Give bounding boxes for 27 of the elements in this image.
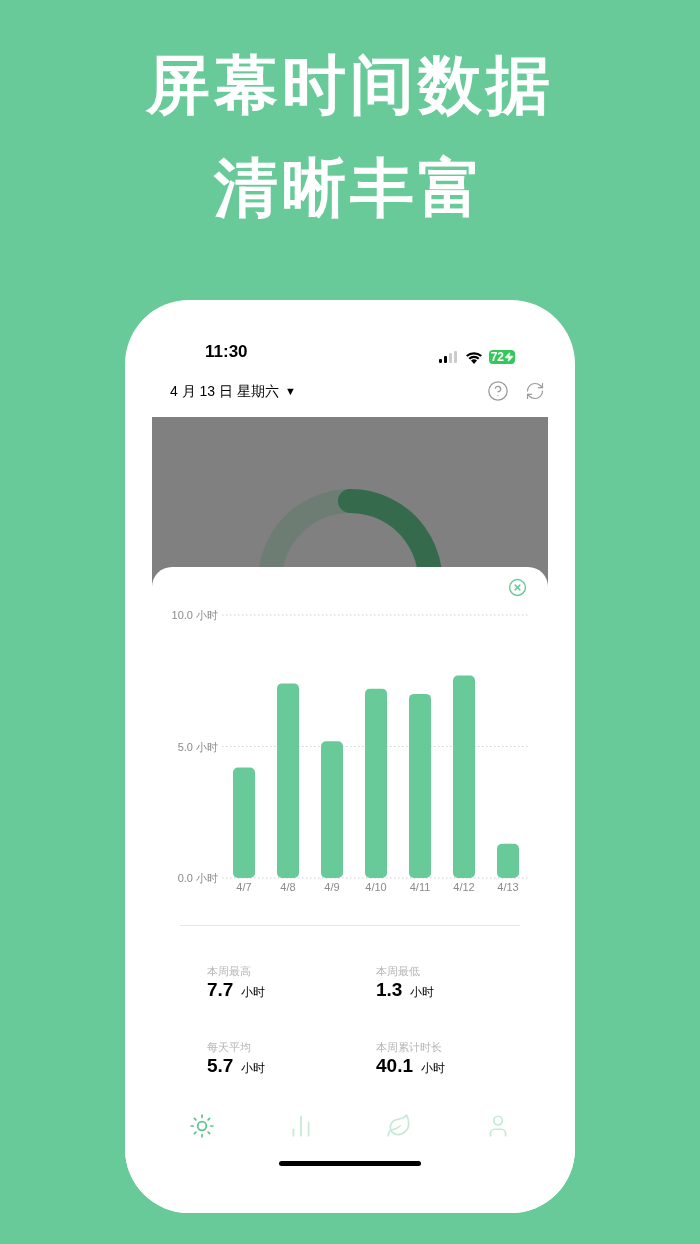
stat-label: 每天平均 [207,1040,252,1054]
axis-label: 4/13 [497,881,519,893]
stat-label: 本周累计时长 [376,1040,443,1054]
axis-label: 4/9 [324,881,340,893]
stat-label: 本周最高 [207,964,252,978]
headline: 屏幕时间数据 [146,47,554,124]
date-label: 4 月 13 日 星期六 [170,381,279,401]
battery-indicator: 72 [488,350,515,364]
stat-label: 本周最低 [376,964,421,978]
stat-unit: 小时 [241,984,266,1001]
stat-unit: 小时 [410,984,435,1001]
headline: 清晰丰富 [214,150,486,227]
axis-label: 4/8 [280,881,296,893]
stat-value: 5.7 [207,1054,234,1078]
axis-label: 5.0 小时 [177,740,218,753]
axis-label: 4/11 [409,881,431,893]
stat-unit: 小时 [241,1060,266,1077]
axis-label: 4/10 [365,881,387,893]
stat-unit: 小时 [421,1060,445,1077]
status-time: 11:30 [205,340,248,363]
axis-label: 0.0 小时 [177,872,218,884]
stat-value: 40.1 [376,1054,413,1078]
axis-label: 4/12 [453,881,475,893]
stat-value: 7.7 [207,978,234,1002]
stat-value: 1.3 [376,978,403,1002]
axis-label: 10.0 小时 [171,609,218,621]
axis-label: 4/7 [236,881,252,893]
